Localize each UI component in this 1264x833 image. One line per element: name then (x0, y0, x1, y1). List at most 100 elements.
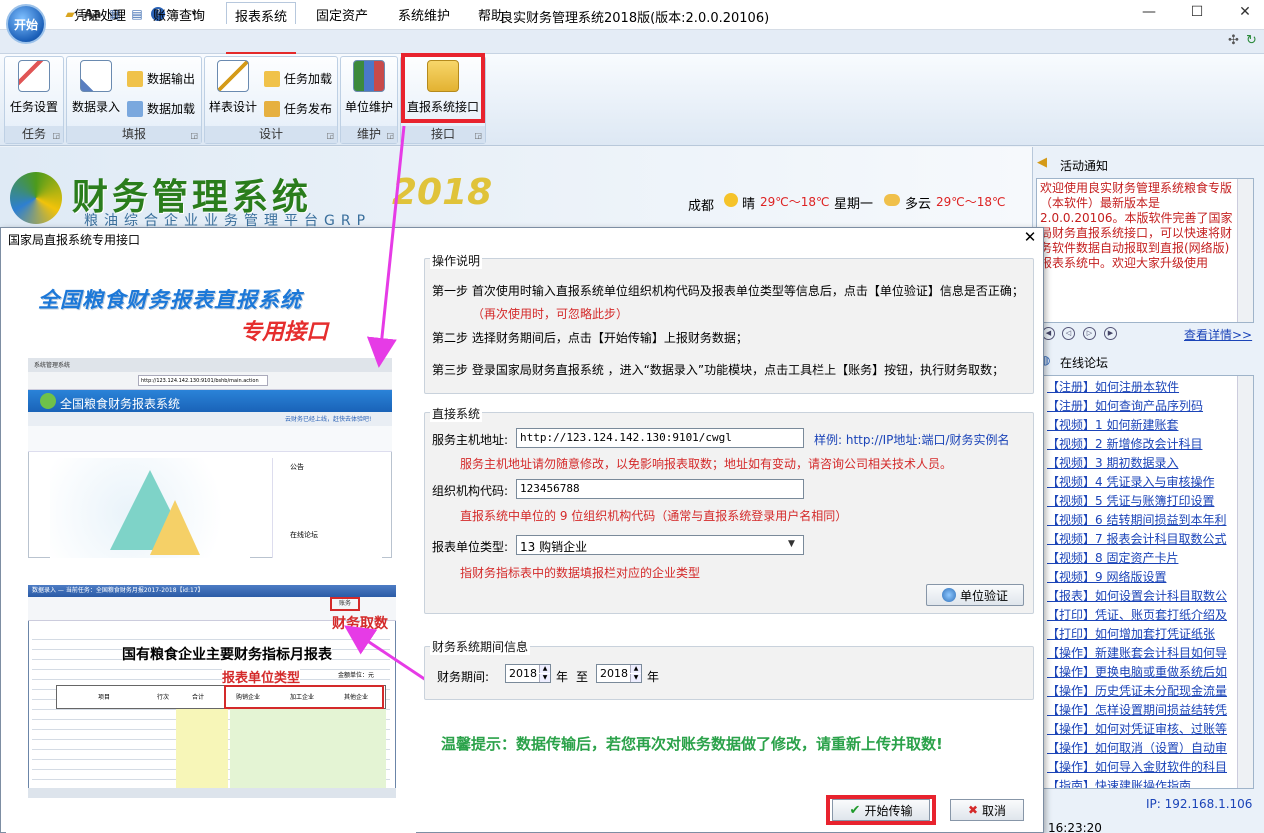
forum-item[interactable]: 【操作】历史凭证未分配现金流量 (1047, 682, 1237, 701)
year-unit: 年 (647, 670, 660, 684)
notice-text: 欢迎使用良实财务管理系统粮食专版（本软件）最新版本是2.0.0.20106。本版… (1036, 178, 1254, 323)
sheet-header-cell: 购销企业 (236, 694, 261, 701)
forum-item[interactable]: 【指南】快速建账操作指南 (1047, 777, 1237, 788)
group-launcher-icon[interactable]: ◲ (474, 131, 482, 140)
sheet-header-cell: 其他企业 (344, 694, 369, 701)
group-label: 填报 (67, 126, 201, 143)
promo-subtitle: 专用接口 (240, 320, 329, 345)
forum-item[interactable]: 【操作】怎样设置期间损益结转凭 (1047, 701, 1237, 720)
notice-more-link[interactable]: 查看详情>> (1184, 326, 1252, 343)
menu-bar (0, 30, 1264, 54)
menu-ledger[interactable]: 账簿查询 (153, 5, 205, 24)
maximize-button[interactable]: ☐ (1182, 4, 1212, 24)
forum-item[interactable]: 【操作】如何对凭证审核、过账等 (1047, 720, 1237, 739)
site-sidebar-notice: 公告 (290, 463, 304, 471)
forum-item[interactable]: 【视频】1 如何新建账套 (1047, 416, 1237, 435)
site-toolbar (28, 426, 392, 452)
verify-unit-button[interactable]: 单位验证 (926, 584, 1024, 606)
start-transfer-button[interactable]: ✔ 开始传输 (832, 799, 930, 821)
interface-highlight-box (401, 53, 485, 123)
forum-scrollbar[interactable] (1237, 376, 1253, 788)
button-label: 单位维护 (344, 100, 393, 114)
forum-item[interactable]: 【视频】2 新增修改会计科目 (1047, 435, 1237, 454)
sample-design-icon (217, 60, 249, 92)
sheet-tabs (28, 788, 396, 798)
chevron-down-icon[interactable]: ▼ (788, 539, 795, 549)
warm-tip: 温馨提示：数据传输后，若您再次对账务数据做了修改，请重新上传并取数! (441, 735, 943, 753)
graphic-triangle (150, 500, 200, 555)
menu-maintenance[interactable]: 系统维护 (398, 5, 450, 24)
prev-icon[interactable]: ◁ (1062, 327, 1075, 340)
forum-item[interactable]: 【操作】新建账套会计科目如何导 (1047, 644, 1237, 663)
group-launcher-icon[interactable]: ◲ (386, 131, 394, 140)
sheet-total-column (176, 709, 228, 789)
data-output-button[interactable]: 数据输出 (127, 70, 195, 87)
host-warning: 服务主机地址请勿随意修改，以免影响报表取数；地址如有变动，请咨询公司相关技术人员… (460, 457, 953, 471)
close-button[interactable]: ✕ (1230, 4, 1260, 24)
spin-down-icon[interactable]: ▼ (539, 674, 550, 682)
minimize-button[interactable]: — (1134, 4, 1164, 24)
forum-item[interactable]: 【打印】凭证、账页套打纸介绍及 (1047, 606, 1237, 625)
period-from-spinner[interactable]: 2018 ▲ ▼ (505, 664, 551, 683)
menu-help[interactable]: 帮助 (478, 5, 504, 24)
button-label: 数据录入 (71, 100, 120, 114)
forum-item[interactable]: 【打印】如何增加套打凭证纸张 (1047, 625, 1237, 644)
menu-voucher[interactable]: 凭证处理 (74, 5, 126, 24)
host-address-input[interactable]: http://123.124.142.130:9101/cwgl (516, 428, 804, 448)
task-load-button[interactable]: 任务加载 (264, 70, 332, 87)
menu-report[interactable]: 报表系统 (226, 2, 296, 25)
notice-scrollbar[interactable] (1237, 179, 1253, 322)
forum-item[interactable]: 【视频】5 凭证与账簿打印设置 (1047, 492, 1237, 511)
sheet-header-cell: 项目 (98, 694, 111, 701)
forum-item[interactable]: 【操作】更换电脑或重做系统后如 (1047, 663, 1237, 682)
forum-item[interactable]: 【视频】9 网络版设置 (1047, 568, 1237, 587)
refresh-icon[interactable]: ↻ (1246, 33, 1257, 48)
year-unit: 年 (556, 670, 569, 684)
step-3: 第三步 登录国家局财务直报系统 ，进入“数据录入”功能模块，点击工具栏上【账务】… (432, 363, 1005, 377)
spin-up-icon[interactable]: ▲ (630, 665, 641, 673)
table-icon[interactable]: ▤ (129, 6, 145, 22)
forum-item[interactable]: 【注册】如何查询产品序列码 (1047, 397, 1237, 416)
forum-item[interactable]: 【视频】4 凭证录入与审核操作 (1047, 473, 1237, 492)
forum-item[interactable]: 【视频】8 固定资产卡片 (1047, 549, 1237, 568)
group-launcher-icon[interactable]: ◲ (190, 131, 198, 140)
unit-maintenance-icon (353, 60, 385, 92)
forum-item[interactable]: 【视频】6 结转期间损益到本年利 (1047, 511, 1237, 530)
forum-item[interactable]: 【注册】如何注册本软件 (1047, 378, 1237, 397)
org-code-input[interactable]: 123456788 (516, 479, 804, 499)
org-code-label: 组织机构代码: (432, 484, 509, 498)
sample-design-button[interactable]: 样表设计 (206, 60, 260, 115)
dialog-close-button[interactable]: ✕ (1020, 228, 1040, 246)
group-launcher-icon[interactable]: ◲ (52, 131, 60, 140)
cancel-button[interactable]: ✖ 取消 (950, 799, 1024, 821)
task-publish-button[interactable]: 任务发布 (264, 100, 332, 117)
spin-up-icon[interactable]: ▲ (539, 665, 550, 673)
forum-item[interactable]: 【视频】3 期初数据录入 (1047, 454, 1237, 473)
data-load-button[interactable]: 数据加载 (127, 100, 195, 117)
menu-assets[interactable]: 固定资产 (316, 5, 368, 24)
unit-type-select[interactable]: 13 购销企业 (516, 535, 804, 555)
cloud-icon (884, 194, 900, 206)
step-1-note: （再次使用时，可忽略此步） (472, 307, 629, 321)
tools-icon[interactable]: ✣ (1228, 33, 1239, 48)
forum-item[interactable]: 【视频】7 报表会计科目取数公式 (1047, 530, 1237, 549)
weather-today: 晴 (742, 197, 756, 212)
task-settings-button[interactable]: 任务设置 (8, 60, 60, 115)
last-icon[interactable]: ▶ (1104, 327, 1117, 340)
period-label: 财务期间: (437, 670, 490, 684)
start-button[interactable]: 开始 (6, 4, 46, 44)
sheet-header-cell: 合计 (192, 694, 205, 701)
group-launcher-icon[interactable]: ◲ (326, 131, 334, 140)
forum-item[interactable]: 【报表】如何设置会计科目取数公 (1047, 587, 1237, 606)
unit-maintenance-button[interactable]: 单位维护 (342, 60, 396, 115)
data-entry-button[interactable]: 数据录入 (70, 60, 122, 115)
ip-address: IP: 192.168.1.106 (1146, 797, 1253, 811)
button-label: 任务设置 (9, 100, 58, 114)
group-label: 设计 (205, 126, 337, 143)
spin-down-icon[interactable]: ▼ (630, 674, 641, 682)
logo-icon (10, 172, 62, 224)
next-icon[interactable]: ▷ (1083, 327, 1096, 340)
forum-item[interactable]: 【操作】如何导入金财软件的科目 (1047, 758, 1237, 777)
period-to-spinner[interactable]: 2018 ▲ ▼ (596, 664, 642, 683)
forum-item[interactable]: 【操作】如何取消（设置）自动审 (1047, 739, 1237, 758)
